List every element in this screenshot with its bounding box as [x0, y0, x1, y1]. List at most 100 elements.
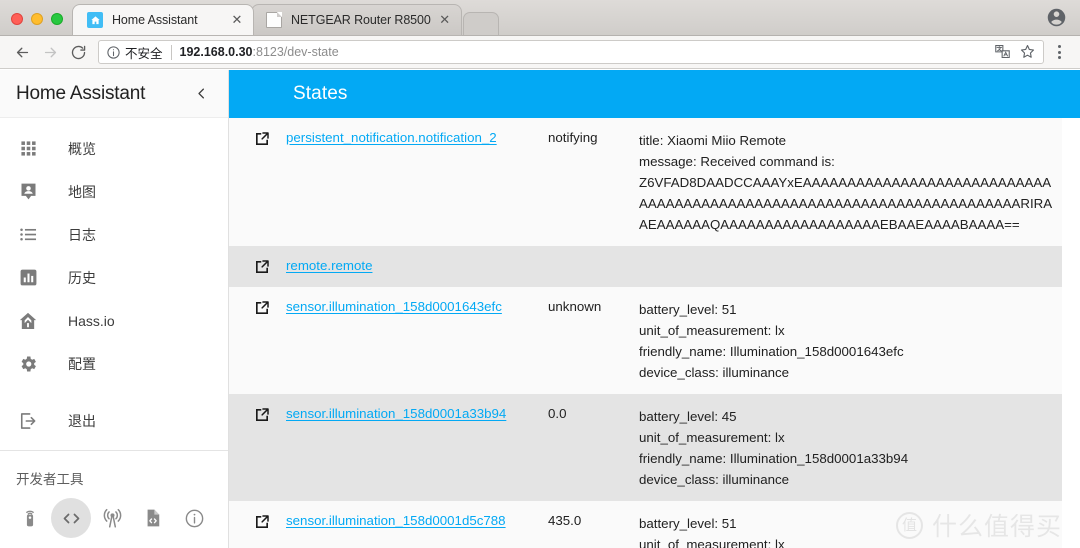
state-cell: 0.0 [548, 406, 567, 421]
app-body: Home Assistant 概览 地图 日志 历史 Hass.io 配置 退出… [0, 70, 1080, 548]
sidebar-title: Home Assistant [16, 82, 146, 104]
attribute-line: device_class: illuminance [639, 365, 790, 380]
address-bar[interactable]: 不安全 192.168.0.30:8123/dev-state [98, 40, 1044, 64]
browser-tab-netgear-router[interactable]: NETGEAR Router R8500 ✕ [252, 5, 461, 35]
new-tab-button[interactable] [462, 12, 499, 35]
attribute-line: message: Received command is: [639, 154, 835, 169]
file-template-icon[interactable] [133, 498, 173, 538]
open-in-new-icon[interactable] [253, 258, 271, 276]
attributes-cell [639, 246, 1062, 287]
sidebar-menu: 概览 地图 日志 历史 Hass.io 配置 退出 开发者工具 [0, 118, 228, 538]
entity-link[interactable]: remote.remote [286, 257, 372, 275]
sidebar-item-label: 地图 [68, 183, 96, 200]
sidebar-item-label: 退出 [68, 412, 96, 429]
translate-icon[interactable] [994, 43, 1012, 61]
open-in-new-icon[interactable] [253, 130, 271, 148]
state-cell: 435.0 [548, 513, 582, 528]
sidebar-item-configuration[interactable]: 配置 [0, 342, 228, 385]
state-cell: unknown [548, 299, 602, 314]
kebab-menu-icon[interactable] [1048, 45, 1070, 59]
tab-close-icon[interactable]: ✕ [229, 12, 245, 28]
table-row[interactable]: sensor.illumination_158d0001a33b94 0.0 b… [229, 394, 1062, 501]
hass-io-home-icon [16, 309, 40, 333]
entity-link[interactable]: sensor.illumination_158d0001a33b94 [286, 405, 506, 423]
forward-button [36, 38, 64, 66]
apps-grid-icon [16, 137, 40, 161]
state-cell [548, 246, 639, 287]
developer-tools-title: 开发者工具 [16, 472, 84, 487]
sidebar-item-overview[interactable]: 概览 [0, 127, 228, 170]
tab-close-icon[interactable]: ✕ [437, 12, 453, 28]
code-states-icon[interactable] [51, 498, 91, 538]
table-row[interactable]: sensor.illumination_158d0001d5c788 435.0… [229, 501, 1062, 548]
developer-tools-row [0, 488, 228, 538]
window-traffic-lights [0, 13, 73, 35]
browser-chrome: Home Assistant ✕ NETGEAR Router R8500 ✕ [0, 0, 1080, 70]
chevron-left-icon[interactable] [190, 83, 212, 105]
account-badge-icon [16, 180, 40, 204]
browser-tab-home-assistant[interactable]: Home Assistant ✕ [73, 5, 253, 35]
information-icon[interactable] [174, 498, 214, 538]
entity-cell: sensor.illumination_158d0001a33b94 [229, 394, 548, 501]
browser-toolbar: 不安全 192.168.0.30:8123/dev-state [0, 36, 1080, 69]
omnibox-divider [170, 44, 172, 60]
attribute-line: friendly_name: Illumination_158d0001643e… [639, 344, 904, 359]
not-secure-info-icon[interactable] [106, 45, 121, 60]
attributes-cell: battery_level: 51 unit_of_measurement: l… [639, 287, 1062, 394]
sidebar-item-label: 概览 [68, 140, 96, 157]
attribute-line: battery_level: 51 [639, 302, 737, 317]
attribute-line: battery_level: 45 [639, 409, 737, 424]
url-host: 192.168.0.30 [179, 45, 253, 59]
entity-cell: sensor.illumination_158d0001643efc [229, 287, 548, 394]
url-text: 192.168.0.30:8123/dev-state [180, 45, 987, 59]
attribute-line: unit_of_measurement: lx [639, 323, 785, 338]
tab-title: Home Assistant [112, 13, 198, 27]
attribute-line: unit_of_measurement: lx [639, 537, 785, 548]
entity-link[interactable]: persistent_notification.notification_2 [286, 129, 497, 147]
entity-cell: persistent_notification.notification_2 [229, 118, 548, 246]
logout-icon [16, 409, 40, 433]
reload-button[interactable] [64, 38, 92, 66]
sidebar-item-label: 配置 [68, 355, 96, 372]
open-in-new-icon[interactable] [253, 299, 271, 317]
window-minimize-button[interactable] [31, 13, 43, 25]
open-in-new-icon[interactable] [253, 513, 271, 531]
sidebar-item-map[interactable]: 地图 [0, 170, 228, 213]
settings-gear-icon [16, 352, 40, 376]
attributes-cell: battery_level: 51 unit_of_measurement: l… [639, 501, 1062, 548]
attribute-line: friendly_name: Illumination_158d0001a33b… [639, 451, 909, 466]
broadcast-events-icon[interactable] [92, 498, 132, 538]
state-cell: notifying [548, 130, 598, 145]
table-row[interactable]: remote.remote [229, 246, 1062, 287]
page-toolbar: States [229, 70, 1080, 118]
sidebar-item-hassio[interactable]: Hass.io [0, 299, 228, 342]
account-circle-icon[interactable] [1046, 7, 1067, 28]
sidebar-item-logbook[interactable]: 日志 [0, 213, 228, 256]
entity-link[interactable]: sensor.illumination_158d0001643efc [286, 298, 502, 316]
attributes-cell: title: Xiaomi Miio Remote message: Recei… [639, 118, 1062, 246]
remote-services-icon[interactable] [10, 498, 50, 538]
states-table: persistent_notification.notification_2 n… [229, 118, 1064, 548]
entity-cell: sensor.illumination_158d0001d5c788 [229, 501, 548, 548]
toolbar-right-group [1048, 45, 1070, 59]
sidebar-item-history[interactable]: 历史 [0, 256, 228, 299]
table-row[interactable]: persistent_notification.notification_2 n… [229, 118, 1062, 246]
page-title: States [293, 83, 348, 104]
back-button[interactable] [8, 38, 36, 66]
document-icon [266, 12, 282, 28]
table-row[interactable]: sensor.illumination_158d0001643efc unkno… [229, 287, 1062, 394]
sidebar-item-label: Hass.io [68, 312, 115, 329]
attributes-cell: battery_level: 45 unit_of_measurement: l… [639, 394, 1062, 501]
star-icon[interactable] [1019, 43, 1037, 61]
url-path: :8123/dev-state [252, 45, 339, 59]
attribute-line: Z6VFAD8DAADCCAAAYxEAAAAAAAAAAAAAAAAAAAAA… [639, 175, 1053, 232]
window-maximize-button[interactable] [51, 13, 63, 25]
window-close-button[interactable] [11, 13, 23, 25]
entity-cell: remote.remote [229, 246, 548, 287]
main-content: States persistent_notification.notificat… [229, 70, 1080, 548]
open-in-new-icon[interactable] [253, 406, 271, 424]
sidebar-item-logout[interactable]: 退出 [0, 399, 228, 442]
entity-link[interactable]: sensor.illumination_158d0001d5c788 [286, 512, 506, 530]
sidebar: Home Assistant 概览 地图 日志 历史 Hass.io 配置 退出… [0, 70, 229, 548]
security-status-label: 不安全 [125, 46, 163, 61]
